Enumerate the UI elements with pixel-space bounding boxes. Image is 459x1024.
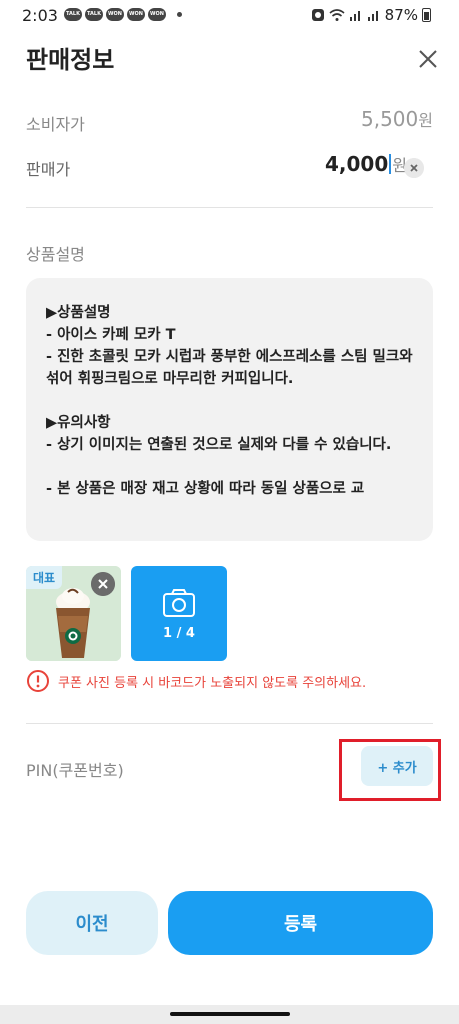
status-time: 2:03 [22,6,58,25]
description-label: 상품설명 [26,245,85,264]
description-box[interactable]: ▶상품설명 - 아이스 카페 모카 T - 진한 초콜릿 모카 시럽과 풍부한 … [26,278,433,541]
sale-price-label: 판매가 [26,160,71,179]
consumer-price-label: 소비자가 [26,115,85,134]
home-handle[interactable] [170,1012,290,1016]
wifi-icon [329,9,345,21]
consumer-price-amount: 5,500 [361,107,419,131]
system-status: 87% [311,6,431,24]
page-title: 판매정보 [26,46,115,74]
battery-percent: 87% [384,6,418,24]
won-notification-icon: WON [148,8,166,21]
consumer-price-unit: 원 [418,111,433,130]
representative-badge: 대표 [26,566,63,589]
text-cursor [389,154,392,174]
warning-text: 쿠폰 사진 등록 시 바코드가 노출되지 않도록 주의하세요. [58,675,367,691]
sale-price-value[interactable]: 4,000 원 [325,152,407,176]
highlight-box [339,739,441,801]
add-photo-button[interactable]: 1 / 4 [131,566,227,661]
sale-price-amount: 4,000 [325,152,389,176]
talk-notification-icon: TALK [64,8,82,21]
talk-notification-icon: TALK [85,8,103,21]
won-notification-icon: WON [106,8,124,21]
notification-icons: TALK TALK WON WON WON [64,8,182,21]
pin-label: PIN(쿠폰번호) [26,761,124,780]
divider [26,207,433,208]
battery-icon [422,8,431,22]
divider [26,723,433,724]
alarm-icon [311,9,324,21]
status-bar: 2:03 TALK TALK WON WON WON 87% [0,0,459,32]
remove-image-icon[interactable] [91,572,115,596]
submit-button[interactable]: 등록 [168,891,433,955]
more-notifications-dot-icon [177,12,182,17]
photo-warning: 쿠폰 사진 등록 시 바코드가 노출되지 않도록 주의하세요. [26,669,366,693]
warning-icon [27,670,49,692]
image-count: 1 / 4 [163,626,195,641]
prev-button[interactable]: 이전 [26,891,158,955]
won-notification-icon: WON [127,8,145,21]
camera-icon [163,589,195,617]
signal-icon [349,11,360,21]
description-text: ▶상품설명 - 아이스 카페 모카 T - 진한 초콜릿 모카 시럽과 풍부한 … [46,305,413,497]
clear-input-icon[interactable] [404,158,424,178]
close-icon[interactable] [413,44,443,74]
signal-icon [367,11,378,21]
consumer-price-value: 5,500원 [361,107,433,131]
